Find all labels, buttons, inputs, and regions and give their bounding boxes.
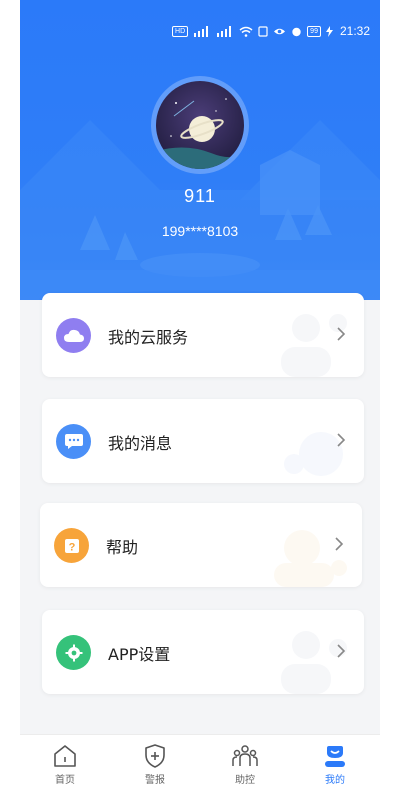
status-bar: HD 99 21:32 [172,22,370,40]
charging-icon [325,25,333,37]
menu-label: 我的消息 [108,434,173,453]
eye-icon [274,28,286,34]
people-icon [232,745,258,766]
signal-icon-2 [217,25,232,37]
avatar-frame[interactable] [151,76,249,174]
app-screen: HD 99 21:32 911 199****8103 我的云服务 我的消息 ?… [20,0,380,788]
menu-item-help[interactable]: ? 帮助 [40,503,362,587]
username: 911 [184,186,216,206]
menu-item-messages[interactable]: 我的消息 [42,399,364,483]
alert-shield-icon [145,744,165,768]
nfc-icon [258,25,268,37]
wifi-icon [239,26,253,37]
menu-label: APP设置 [108,645,171,664]
menu-label: 帮助 [106,538,139,557]
tab-label: 助控 [235,775,255,786]
battery-indicator: 99 [307,25,321,37]
cloud-icon [56,318,91,353]
home-icon [54,745,76,767]
menu-label: 我的云服务 [108,328,189,347]
alarm-icon [292,27,301,36]
help-icon: ? [54,528,89,563]
bottom-tab-bar: 首页 警报 助控 我的 [20,734,380,788]
hd-badge: HD [172,25,189,37]
chevron-right-icon [337,644,346,658]
avatar[interactable] [156,81,244,169]
signal-icon [194,25,209,37]
chevron-right-icon [337,327,346,341]
phone-number: 199****8103 [161,223,239,239]
tab-mine[interactable]: 我的 [290,735,380,788]
tab-label: 警报 [145,775,165,786]
menu-item-app-settings[interactable]: APP设置 [42,610,364,694]
svg-text:?: ? [68,541,75,553]
clock: 21:32 [339,24,370,38]
menu-item-cloud-service[interactable]: 我的云服务 [42,293,364,377]
tab-assist[interactable]: 助控 [200,735,290,788]
chevron-right-icon [337,433,346,447]
gear-icon [56,635,91,670]
message-icon [56,424,91,459]
tab-label: 我的 [325,775,345,786]
tab-alerts[interactable]: 警报 [110,735,200,788]
tab-label: 首页 [55,775,75,786]
tab-home[interactable]: 首页 [20,735,110,788]
profile-header: HD 99 21:32 911 199****8103 [20,0,380,300]
user-icon [325,746,345,767]
chevron-right-icon [335,537,344,551]
avatar-planet-image [156,81,244,169]
